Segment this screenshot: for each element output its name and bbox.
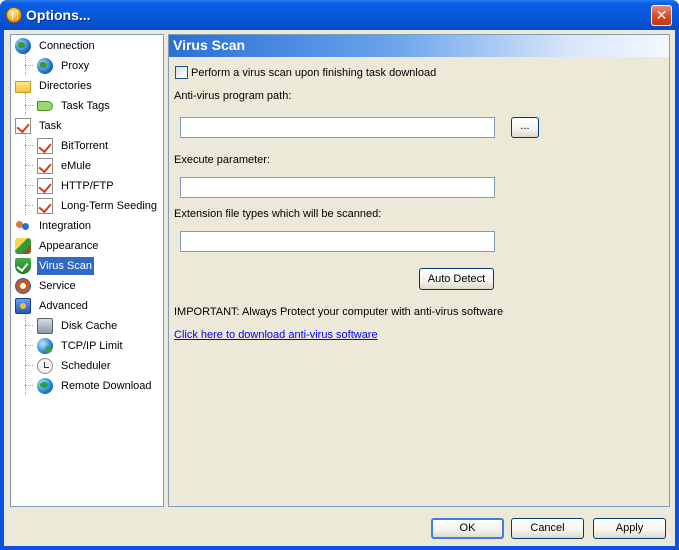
scan-on-finish-option[interactable]: Perform a virus scan upon finishing task…: [175, 66, 436, 79]
tree-item-scheduler[interactable]: Scheduler: [37, 357, 113, 375]
tree-item-label: Integration: [39, 220, 91, 232]
tree-item-service[interactable]: Service: [15, 277, 78, 295]
av-path-label: Anti-virus program path:: [174, 90, 292, 102]
dialog-body: Connection Proxy Directories Task Tags T…: [4, 30, 675, 546]
tree-item-label: BitTorrent: [61, 140, 109, 152]
scan-on-finish-checkbox[interactable]: [175, 66, 188, 79]
download-antivirus-link[interactable]: Click here to download anti-virus softwa…: [174, 329, 378, 341]
tree-item-advanced[interactable]: Advanced: [15, 297, 90, 315]
exec-param-label: Execute parameter:: [174, 154, 270, 166]
tree-item-label: Long-Term Seeding: [61, 200, 158, 212]
tree-item-proxy[interactable]: Proxy: [37, 57, 91, 75]
tree-item-label: Advanced: [39, 300, 88, 312]
tree-item-connection[interactable]: Connection: [15, 37, 97, 55]
tree-item-disk-cache[interactable]: Disk Cache: [37, 317, 119, 335]
tree-item-task-tags[interactable]: Task Tags: [37, 97, 112, 115]
clock-icon: [37, 358, 53, 374]
task-icon: [37, 198, 53, 214]
task-icon: [37, 158, 53, 174]
tree-item-emule[interactable]: eMule: [37, 157, 93, 175]
tree-item-label: Appearance: [39, 240, 99, 252]
tree-item-remote-download[interactable]: Remote Download: [37, 377, 154, 395]
browse-button[interactable]: ...: [511, 117, 539, 138]
cancel-button[interactable]: Cancel: [511, 518, 584, 539]
apply-button[interactable]: Apply: [593, 518, 666, 539]
ext-types-input[interactable]: [180, 231, 495, 252]
app-icon: [6, 7, 22, 23]
task-icon: [37, 178, 53, 194]
av-path-input[interactable]: [180, 117, 495, 138]
ext-types-label: Extension file types which will be scann…: [174, 208, 382, 220]
scan-on-finish-label: Perform a virus scan upon finishing task…: [191, 66, 437, 79]
tree-item-long-term-seeding[interactable]: Long-Term Seeding: [37, 197, 159, 215]
tree-item-tcpip-limit[interactable]: TCP/IP Limit: [37, 337, 125, 355]
tree-item-label: Scheduler: [61, 360, 111, 372]
disk-icon: [37, 318, 53, 334]
tree-item-label: Task: [39, 120, 62, 132]
tree-item-label: Task Tags: [61, 100, 110, 112]
tree-item-label: Connection: [39, 40, 95, 52]
tree-item-label: HTTP/FTP: [61, 180, 114, 192]
ok-button[interactable]: OK: [431, 518, 504, 539]
connection-globe-icon: [15, 38, 31, 54]
tree-item-task[interactable]: Task: [15, 117, 64, 135]
options-window: Options... ✕ Connection Proxy Directorie…: [0, 0, 679, 550]
window-title: Options...: [26, 7, 91, 23]
tree-item-label: Service: [39, 280, 76, 292]
panel-title: Virus Scan: [173, 37, 246, 53]
close-button[interactable]: ✕: [651, 5, 672, 26]
tree-item-label: Remote Download: [61, 380, 152, 392]
proxy-globe-icon: [37, 58, 53, 74]
tree-item-label: Proxy: [61, 60, 90, 72]
folder-icon: [15, 81, 31, 93]
paintbrush-icon: [15, 238, 31, 254]
people-icon: [15, 218, 31, 234]
task-icon: [15, 118, 31, 134]
tree-item-integration[interactable]: Integration: [15, 217, 93, 235]
auto-detect-button[interactable]: Auto Detect: [419, 268, 494, 290]
task-icon: [37, 138, 53, 154]
gear-icon: [15, 278, 31, 294]
important-notice: IMPORTANT: Always Protect your computer …: [174, 306, 504, 318]
close-icon: ✕: [655, 7, 668, 23]
tree-item-label: Directories: [39, 80, 92, 92]
tree-item-directories[interactable]: Directories: [15, 77, 94, 95]
tree-item-label: TCP/IP Limit: [61, 340, 123, 352]
network-icon: [37, 338, 53, 354]
tree-item-label: eMule: [61, 160, 91, 172]
shield-icon: [15, 258, 31, 274]
tree-item-virus-scan[interactable]: Virus Scan: [15, 257, 94, 275]
tree-item-bittorrent[interactable]: BitTorrent: [37, 137, 110, 155]
tag-icon: [37, 101, 53, 111]
tree-item-http-ftp[interactable]: HTTP/FTP: [37, 177, 116, 195]
title-bar[interactable]: Options... ✕: [0, 0, 679, 30]
tree-item-label: Virus Scan: [37, 257, 94, 275]
remote-globe-icon: [37, 378, 53, 394]
tree-item-label: Disk Cache: [61, 320, 118, 332]
exec-param-input[interactable]: [180, 177, 495, 198]
tree-item-appearance[interactable]: Appearance: [15, 237, 100, 255]
advanced-icon: [15, 298, 31, 314]
virus-scan-panel: Virus Scan Perform a virus scan upon fin…: [168, 34, 670, 507]
options-tree: Connection Proxy Directories Task Tags T…: [10, 34, 164, 507]
panel-header: Virus Scan: [169, 35, 669, 57]
